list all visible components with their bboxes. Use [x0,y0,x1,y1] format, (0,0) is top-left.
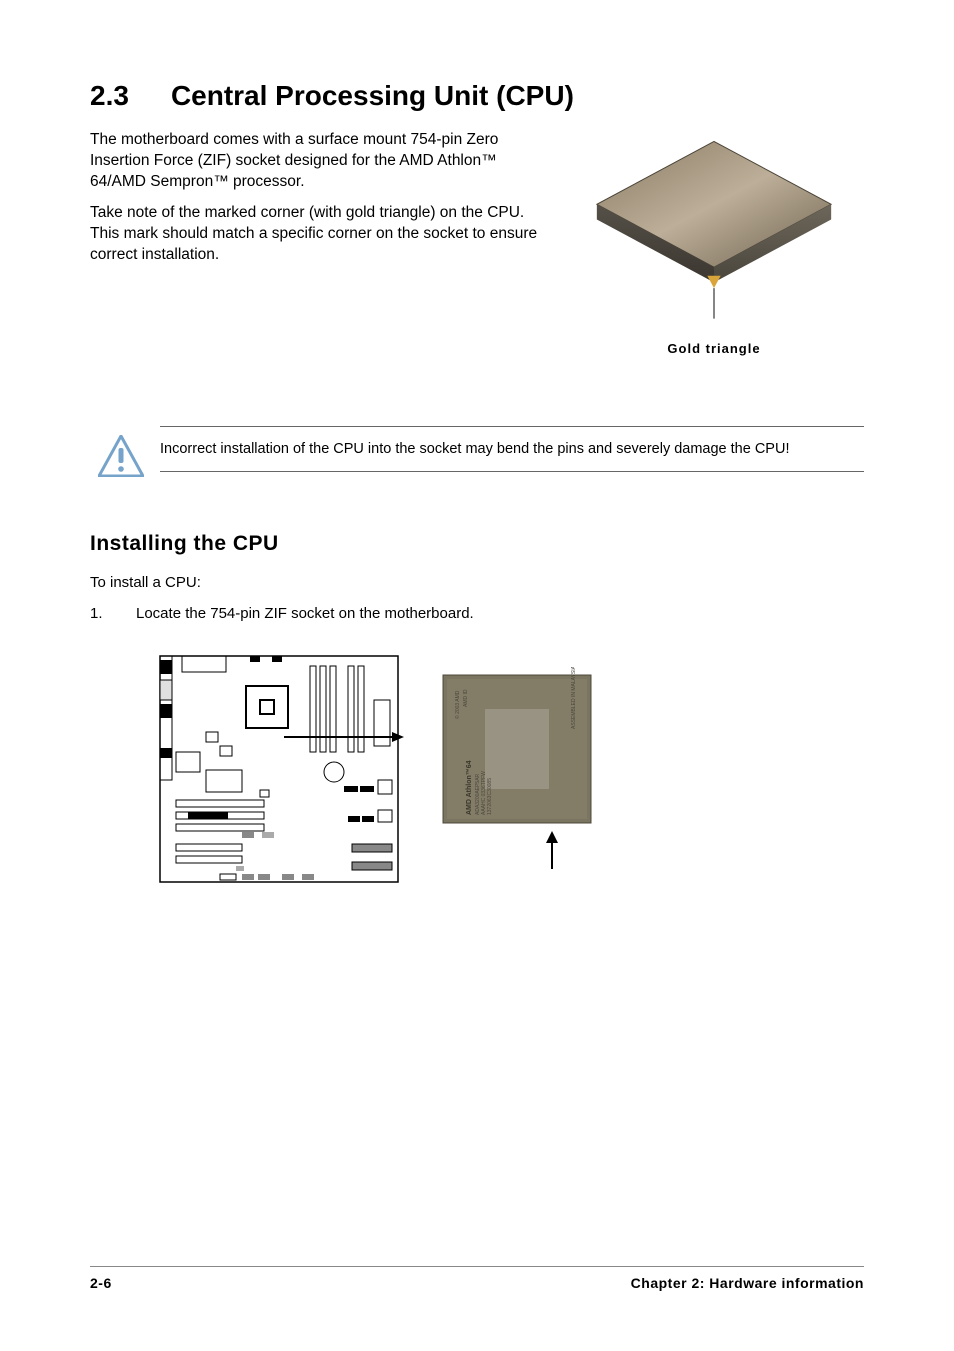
pointer-arrow-icon [284,732,404,742]
intro-block: The motherboard comes with a surface mou… [90,130,864,356]
cpu-image-block: Gold triangle [564,130,864,356]
chip-asm: ASSEMBLED IN MALAYSIA [571,667,577,729]
step-1-number: 1. [90,605,136,622]
caution-callout: Incorrect installation of the CPU into t… [160,426,864,472]
chip-brand-text: AMD Athlon™64 [466,761,473,816]
cpu-diamond-image [579,130,849,330]
step-1: 1. Locate the 754-pin ZIF socket on the … [90,605,864,622]
section-name: Central Processing Unit (CPU) [171,80,574,112]
section-title: 2.3 Central Processing Unit (CPU) [90,80,864,112]
intro-paragraph-1: The motherboard comes with a surface mou… [90,130,540,193]
chapter-label: Chapter 2: Hardware information [631,1275,864,1291]
caution-text: Incorrect installation of the CPU into t… [160,439,789,459]
chip-sn3: 1372063C30085 [487,778,493,815]
chip-diff: AMD ID [463,689,469,707]
gold-triangle-label: Gold triangle [564,341,864,356]
step-1-text: Locate the 754-pin ZIF socket on the mot… [136,605,474,622]
section-number: 2.3 [90,80,129,112]
locate-diagram: AMD Athlon™64 ADA3200AEP5AR AAAHC 0336TP… [142,652,864,892]
intro-text: The motherboard comes with a surface mou… [90,130,540,356]
install-lead: To install a CPU: [90,574,864,591]
motherboard-schematic [142,652,412,892]
caution-icon [98,435,144,477]
page-number: 2-6 [90,1275,112,1291]
intro-paragraph-2: Take note of the marked corner (with gol… [90,203,540,266]
cpu-underside-image: AMD Athlon™64 ADA3200AEP5AR AAAHC 0336TP… [432,667,602,877]
chip-copy: © 2003 AMD [454,690,461,719]
page-footer: 2-6 Chapter 2: Hardware information [90,1266,864,1291]
install-heading: Installing the CPU [90,532,864,556]
